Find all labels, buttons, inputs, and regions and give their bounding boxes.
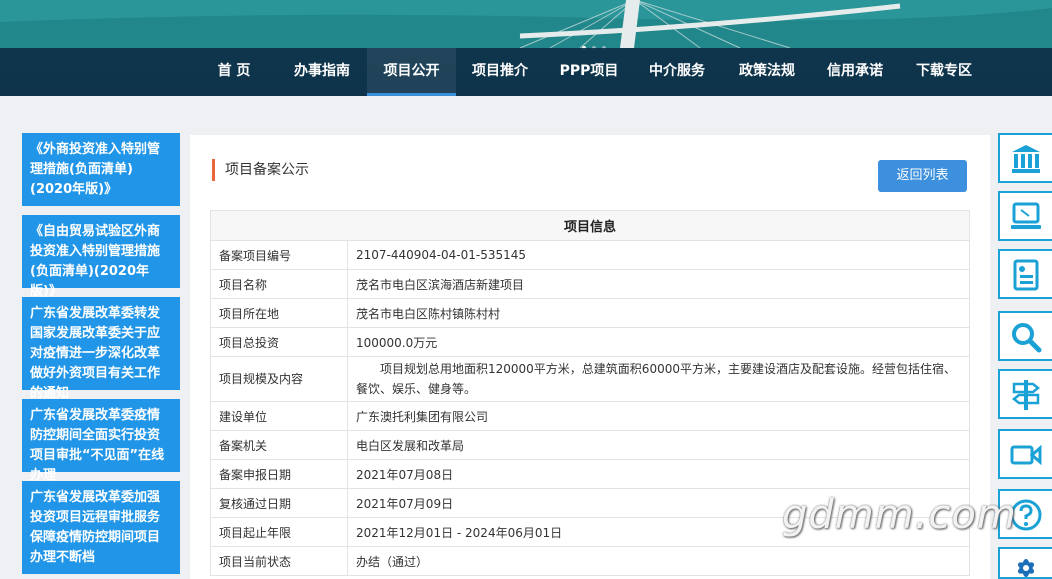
search-icon xyxy=(1012,323,1042,353)
side-computer[interactable] xyxy=(998,191,1052,241)
section-title: 项目备案公示 xyxy=(212,159,309,181)
row-label: 项目起止年限 xyxy=(210,517,348,547)
row-label: 项目当前状态 xyxy=(210,546,348,576)
row-label: 项目规模及内容 xyxy=(210,356,348,402)
row-value: 2021年07月08日 xyxy=(347,459,970,489)
table-row: 项目规模及内容 项目规划总用地面积120000平方米，总建筑面积60000平方米，… xyxy=(210,356,970,402)
side-signpost[interactable] xyxy=(998,369,1052,419)
back-to-list-button[interactable]: 返回列表 xyxy=(878,160,967,192)
nav-home[interactable]: 首 页 xyxy=(205,48,263,96)
left-link-negative-list[interactable]: 《外商投资准入特别管理措施(负面清单)(2020年版)》 xyxy=(22,133,180,206)
table-row: 备案申报日期 2021年07月08日 xyxy=(210,459,970,489)
table-row: 建设单位 广东澳托利集团有限公司 xyxy=(210,401,970,431)
video-camera-icon xyxy=(1010,444,1042,466)
row-label: 备案机关 xyxy=(210,430,348,460)
row-label: 复核通过日期 xyxy=(210,488,348,518)
left-link-online-approval[interactable]: 广东省发展改革委疫情防控期间全面实行投资项目审批“不见面”在线办理 xyxy=(22,399,180,483)
nav-agency-service[interactable]: 中介服务 xyxy=(636,48,718,96)
table-row: 项目总投资 100000.0万元 xyxy=(210,327,970,357)
left-link-remote-approval[interactable]: 广东省发展改革委加强投资项目远程审批服务保障疫情防控期间项目办理不断档 xyxy=(22,481,180,574)
side-video[interactable] xyxy=(998,429,1052,479)
nav-credit[interactable]: 信用承诺 xyxy=(814,48,896,96)
nav-download[interactable]: 下载专区 xyxy=(902,48,986,96)
signpost-icon xyxy=(1011,380,1041,410)
main-nav: 首 页 办事指南 项目公开 项目推介 PPP项目 中介服务 政策法规 信用承诺 … xyxy=(0,48,1052,96)
side-government-building[interactable] xyxy=(998,133,1052,183)
document-icon xyxy=(1013,259,1039,291)
row-label: 建设单位 xyxy=(210,401,348,431)
table-row: 备案机关 电白区发展和改革局 xyxy=(210,430,970,460)
left-link-ftz-negative-list[interactable]: 《自由贸易试验区外商投资准入特别管理措施(负面清单)(2020年版)》 xyxy=(22,215,180,299)
row-value: 广东澳托利集团有限公司 xyxy=(347,401,970,431)
row-label: 项目所在地 xyxy=(210,298,348,328)
table-header: 项目信息 xyxy=(210,210,970,241)
table-row: 项目所在地 茂名市电白区陈村镇陈村村 xyxy=(210,298,970,328)
nav-project-disclosure[interactable]: 项目公开 xyxy=(367,48,456,96)
row-value: 2107-440904-04-01-535145 xyxy=(347,240,970,270)
row-value: 茂名市电白区滨海酒店新建项目 xyxy=(347,269,970,299)
header-banner: 首 页 办事指南 项目公开 项目推介 PPP项目 中介服务 政策法规 信用承诺 … xyxy=(0,0,1052,96)
nav-ppp[interactable]: PPP项目 xyxy=(548,48,630,96)
nav-guide[interactable]: 办事指南 xyxy=(280,48,364,96)
nav-project-promotion[interactable]: 项目推介 xyxy=(458,48,542,96)
table-row: 项目名称 茂名市电白区滨海酒店新建项目 xyxy=(210,269,970,299)
row-label: 项目总投资 xyxy=(210,327,348,357)
side-search[interactable] xyxy=(998,311,1052,361)
computer-icon xyxy=(1011,202,1041,229)
side-logo[interactable] xyxy=(998,547,1052,579)
row-label: 备案项目编号 xyxy=(210,240,348,270)
side-document[interactable] xyxy=(998,249,1052,299)
nav-policy[interactable]: 政策法规 xyxy=(726,48,808,96)
left-link-foreign-investment-notice[interactable]: 广东省发展改革委转发国家发展改革委关于应对疫情进一步深化改革做好外资项目有关工作… xyxy=(22,297,180,401)
table-row: 备案项目编号 2107-440904-04-01-535145 xyxy=(210,240,970,270)
flower-logo-icon xyxy=(1017,559,1035,577)
row-value: 项目规划总用地面积120000平方米，总建筑面积60000平方米，主要建设酒店及… xyxy=(347,356,970,402)
row-label: 备案申报日期 xyxy=(210,459,348,489)
watermark: gdmm.com xyxy=(782,492,1017,538)
row-value: 茂名市电白区陈村镇陈村村 xyxy=(347,298,970,328)
row-label: 项目名称 xyxy=(210,269,348,299)
government-building-icon xyxy=(1012,145,1040,173)
row-value: 电白区发展和改革局 xyxy=(347,430,970,460)
row-value: 办结（通过） xyxy=(347,546,970,576)
table-row: 项目当前状态 办结（通过） xyxy=(210,546,970,576)
row-value: 100000.0万元 xyxy=(347,327,970,357)
